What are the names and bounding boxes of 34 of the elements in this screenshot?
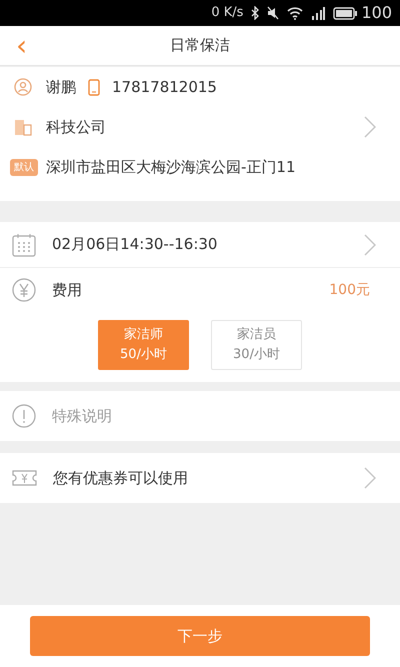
default-badge: 默认 [10, 158, 38, 176]
chevron-right-icon [364, 116, 376, 138]
signal-icon [311, 6, 326, 20]
chevron-right-icon [364, 234, 376, 256]
contact-name: 谢鹏 [46, 76, 76, 98]
time-row[interactable]: 02月06日14:30--16:30 [0, 222, 400, 268]
next-button[interactable]: 下一步 [30, 616, 370, 656]
bluetooth-icon [251, 6, 260, 20]
service-time: 02月06日14:30--16:30 [52, 234, 218, 256]
battery-icon [333, 6, 358, 20]
back-button[interactable]: ‹ [12, 32, 32, 60]
page-title: 日常保洁 [170, 35, 230, 56]
phone-icon [88, 78, 100, 96]
phone-number: 17817812015 [112, 76, 217, 98]
network-speed: 0 K/s [211, 4, 244, 22]
yen-icon [12, 278, 36, 302]
company-row[interactable]: 科技公司 [0, 107, 400, 147]
company-name: 科技公司 [46, 116, 106, 138]
chevron-right-icon [364, 467, 376, 489]
building-icon [14, 118, 32, 136]
wifi-icon [287, 6, 304, 20]
coupon-label: 您有优惠券可以使用 [53, 468, 188, 489]
person-icon [14, 78, 32, 96]
battery-level: 100 [361, 2, 392, 24]
fee-label: 费用 [52, 280, 82, 301]
mute-icon [267, 6, 280, 20]
fee-amount: 100元 [329, 280, 370, 300]
coupon-icon [12, 470, 37, 486]
coupon-row[interactable]: 您有优惠券可以使用 [0, 453, 400, 503]
worker-option[interactable]: 家洁师 50/小时 [98, 320, 189, 370]
address-text: 深圳市盐田区大梅沙海滨公园-正门11 [46, 156, 296, 178]
calendar-icon [12, 232, 36, 256]
special-note-field[interactable]: 特殊说明 [0, 391, 400, 441]
worker-option[interactable]: 家洁员 30/小时 [211, 320, 302, 370]
